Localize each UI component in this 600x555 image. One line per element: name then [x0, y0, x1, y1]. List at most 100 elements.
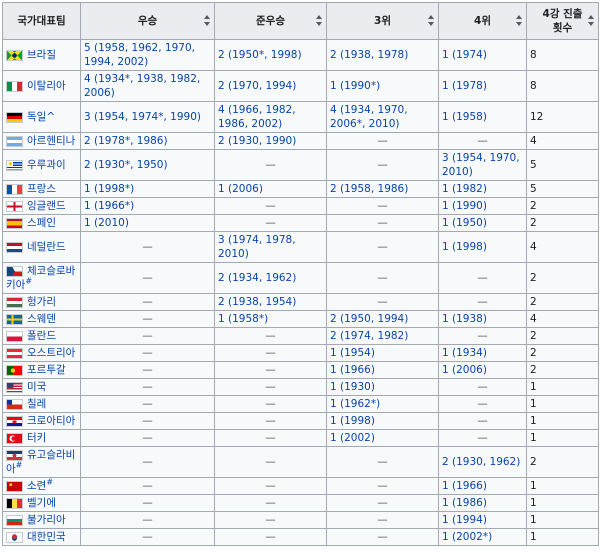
header-runner-up[interactable]: 준우승	[214, 2, 327, 40]
fourth-cell[interactable]: 1 (2006)	[438, 361, 527, 379]
third-cell[interactable]: 1 (1930)	[326, 378, 439, 396]
third-cell[interactable]: 1 (2002)	[326, 429, 439, 447]
top4-count-cell: 4	[526, 310, 599, 328]
third-cell[interactable]: 2 (1974, 1982)	[326, 327, 439, 345]
third-cell[interactable]: 2 (1938, 1978)	[326, 39, 439, 71]
third-cell[interactable]: 1 (1954)	[326, 344, 439, 362]
team-name-link[interactable]: 이탈리아	[27, 80, 66, 92]
third-cell[interactable]: 1 (1990*)	[326, 70, 439, 102]
sort-icon[interactable]	[588, 15, 595, 27]
third-cell[interactable]: 1 (1962*)	[326, 395, 439, 413]
team-footnote-mark[interactable]: #	[16, 461, 23, 470]
team-cell: 소련#	[2, 477, 81, 495]
top4-count-cell: 1	[526, 429, 599, 447]
team-footnote-mark[interactable]: #	[25, 277, 32, 286]
sort-icon[interactable]	[316, 15, 323, 27]
runner-up-cell[interactable]: 2 (1938, 1954)	[214, 293, 327, 311]
team-cell: 스웨덴	[2, 310, 81, 328]
fourth-cell[interactable]: 1 (1966)	[438, 477, 527, 495]
runner-up-cell[interactable]: 1 (1958*)	[214, 310, 327, 328]
top4-count-cell: 2	[526, 344, 599, 362]
team-name-link[interactable]: 프랑스	[27, 183, 56, 195]
uruguay-flag-icon	[6, 159, 23, 171]
top4-count-cell: 1	[526, 511, 599, 529]
portugal-flag-icon	[6, 364, 23, 376]
team-name-link[interactable]: 스페인	[27, 217, 56, 229]
sort-icon[interactable]	[428, 15, 435, 27]
team-name-link[interactable]: 미국	[27, 381, 46, 393]
runner-up-cell[interactable]: 4 (1966, 1982, 1986, 2002)	[214, 101, 327, 133]
team-name-link[interactable]: 스웨덴	[27, 313, 56, 325]
table-row: 포르투갈 — —1 (1966) 1 (2006) 2	[2, 361, 599, 379]
runner-up-cell[interactable]: 2 (1930, 1990)	[214, 132, 327, 150]
fourth-cell[interactable]: 1 (1974)	[438, 39, 527, 71]
team-name-link[interactable]: 벨기에	[27, 497, 56, 509]
fourth-cell[interactable]: 1 (1998)	[438, 231, 527, 263]
runner-up-cell[interactable]: 2 (1934, 1962)	[214, 262, 327, 294]
champion-cell[interactable]: 5 (1958, 1962, 1970, 1994, 2002)	[80, 39, 215, 71]
fourth-cell[interactable]: 2 (1930, 1962)	[438, 446, 527, 478]
champion-cell[interactable]: 1 (1966*)	[80, 197, 215, 215]
fourth-cell[interactable]: 1 (1990)	[438, 197, 527, 215]
header-third[interactable]: 3위	[326, 2, 439, 40]
champion-cell: —	[80, 511, 215, 529]
third-cell[interactable]: 1 (1998)	[326, 412, 439, 430]
champion-cell[interactable]: 3 (1954, 1974*, 1990)	[80, 101, 215, 133]
third-cell[interactable]: 1 (1966)	[326, 361, 439, 379]
fourth-cell[interactable]: 3 (1954, 1970, 2010)	[438, 149, 527, 181]
team-footnote-mark[interactable]: #	[46, 478, 53, 487]
team-name-link[interactable]: 소련	[27, 480, 46, 492]
fourth-cell[interactable]: 1 (1938)	[438, 310, 527, 328]
header-top4[interactable]: 4강 진출 횟수	[526, 2, 599, 40]
team-name-link[interactable]: 포르투갈	[27, 364, 66, 376]
runner-up-cell[interactable]: 2 (1970, 1994)	[214, 70, 327, 102]
champion-cell[interactable]: 4 (1934*, 1938, 1982, 2006)	[80, 70, 215, 102]
belgium-flag-icon	[6, 497, 23, 509]
fourth-cell[interactable]: 1 (1950)	[438, 214, 527, 232]
team-cell: 폴란드	[2, 327, 81, 345]
sort-icon[interactable]	[516, 15, 523, 27]
team-name-link[interactable]: 브라질	[27, 49, 56, 61]
fourth-cell: —	[438, 378, 527, 396]
runner-up-cell[interactable]: 3 (1974, 1978, 2010)	[214, 231, 327, 263]
third-cell[interactable]: 4 (1934, 1970, 2006*, 2010)	[326, 101, 439, 133]
fourth-cell[interactable]: 1 (1934)	[438, 344, 527, 362]
sort-icon[interactable]	[204, 15, 211, 27]
header-champion-label: 우승	[137, 15, 158, 27]
fourth-cell[interactable]: 1 (1986)	[438, 494, 527, 512]
fourth-cell[interactable]: 1 (1994)	[438, 511, 527, 529]
team-name-link[interactable]: 대한민국	[27, 531, 66, 543]
team-name-link[interactable]: 칠레	[27, 398, 46, 410]
team-name-link[interactable]: 독일^	[27, 111, 55, 123]
team-name-link[interactable]: 폴란드	[27, 330, 56, 342]
runner-up-cell[interactable]: 1 (2006)	[214, 180, 327, 198]
champion-cell[interactable]: 2 (1978*, 1986)	[80, 132, 215, 150]
top4-count-cell: 1	[526, 477, 599, 495]
header-fourth[interactable]: 4위	[438, 2, 527, 40]
header-team[interactable]: 국가대표팀	[2, 2, 81, 40]
team-name-link[interactable]: 우루과이	[27, 159, 66, 171]
header-fourth-label: 4위	[474, 15, 491, 27]
fourth-cell[interactable]: 1 (2002*)	[438, 528, 527, 546]
fourth-cell[interactable]: 1 (1958)	[438, 101, 527, 133]
team-name-link[interactable]: 크로아티아	[27, 415, 75, 427]
third-cell: —	[326, 132, 439, 150]
third-cell[interactable]: 2 (1958, 1986)	[326, 180, 439, 198]
third-cell[interactable]: 2 (1950, 1994)	[326, 310, 439, 328]
team-name-link[interactable]: 잉글랜드	[27, 200, 66, 212]
team-name-link[interactable]: 불가리아	[27, 514, 66, 526]
fourth-cell[interactable]: 1 (1982)	[438, 180, 527, 198]
team-name-link[interactable]: 오스트리아	[27, 347, 75, 359]
chile-flag-icon	[6, 398, 23, 410]
champion-cell[interactable]: 1 (2010)	[80, 214, 215, 232]
table-row: 헝가리 —2 (1938, 1954) — —2	[2, 293, 599, 311]
team-name-link[interactable]: 아르헨티나	[27, 135, 75, 147]
champion-cell[interactable]: 1 (1998*)	[80, 180, 215, 198]
runner-up-cell[interactable]: 2 (1950*, 1998)	[214, 39, 327, 71]
fourth-cell[interactable]: 1 (1978)	[438, 70, 527, 102]
team-name-link[interactable]: 네덜란드	[27, 241, 66, 253]
header-champion[interactable]: 우승	[80, 2, 215, 40]
team-name-link[interactable]: 터키	[27, 432, 46, 444]
team-name-link[interactable]: 헝가리	[27, 296, 56, 308]
champion-cell[interactable]: 2 (1930*, 1950)	[80, 149, 215, 181]
